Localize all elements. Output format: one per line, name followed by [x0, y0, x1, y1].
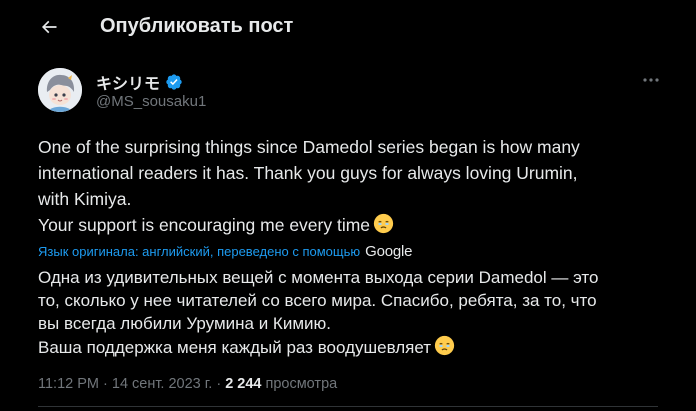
- avatar-illustration: [38, 68, 82, 112]
- post-time[interactable]: 11:12 PM: [38, 376, 99, 392]
- top-bar: Опубликовать пост: [0, 0, 696, 53]
- tweet-line: Your support is encouraging me every tim…: [38, 215, 371, 235]
- translated-text: Одна из удивительных вещей с момента вых…: [38, 266, 658, 359]
- face-holding-back-tears-icon: [434, 335, 455, 356]
- meta-separator: ·: [212, 376, 226, 392]
- back-button[interactable]: [32, 10, 66, 44]
- translation-info-link[interactable]: Язык оригинала: английский, переведено с…: [38, 244, 360, 259]
- divider: [38, 406, 658, 407]
- author-handle[interactable]: @MS_sousaku1: [96, 93, 206, 110]
- post-date[interactable]: 14 сент. 2023 г.: [112, 376, 212, 392]
- face-holding-back-tears-icon: [373, 213, 394, 234]
- translated-line-last: Ваша поддержка меня каждый раз воодушевл…: [38, 335, 658, 359]
- more-horizontal-icon: [643, 78, 659, 82]
- author-name[interactable]: キシリモ: [96, 70, 160, 94]
- translated-line: вы всегда любили Урумина и Кимию.: [38, 314, 331, 333]
- tweet-line-last: Your support is encouraging me every tim…: [38, 212, 658, 238]
- page-title: Опубликовать пост: [100, 15, 294, 37]
- translated-line: то, сколько у нее читателей со всего мир…: [38, 291, 597, 310]
- google-wordmark: Google: [365, 243, 413, 260]
- translated-line: Одна из удивительных вещей с момента вых…: [38, 268, 599, 287]
- arrow-left-icon: [41, 20, 57, 34]
- translation-note: Язык оригинала: английский, переведено с…: [38, 243, 412, 260]
- more-options-button[interactable]: [636, 70, 666, 90]
- post-meta: 11:12 PM · 14 сент. 2023 г. · 2 244 прос…: [38, 376, 337, 392]
- tweet-line: international readers it has. Thank you …: [38, 163, 578, 183]
- meta-separator: ·: [99, 376, 112, 392]
- tweet-text: One of the surprising things since Damed…: [38, 134, 658, 238]
- author-name-row: キシリモ: [96, 70, 183, 94]
- tweet-line: with Kimiya.: [38, 189, 132, 209]
- avatar[interactable]: [38, 68, 82, 112]
- verified-badge-icon[interactable]: [165, 73, 183, 91]
- tweet-line: One of the surprising things since Damed…: [38, 137, 580, 157]
- views-count: 2 244: [225, 376, 262, 392]
- views-label: просмотра: [265, 376, 338, 392]
- translated-line: Ваша поддержка меня каждый раз воодушевл…: [38, 338, 432, 357]
